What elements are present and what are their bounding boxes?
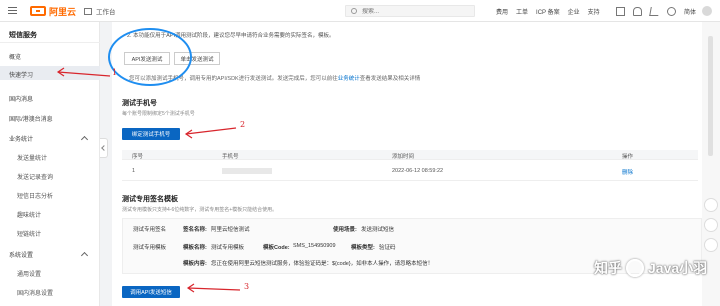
nav-fee[interactable]: 费用 xyxy=(496,7,508,16)
sidebar-collapse-toggle[interactable] xyxy=(100,138,108,158)
side-tool-icon[interactable] xyxy=(704,218,718,232)
tpl-content: 您正在使用阿里云短信测试服务，体验验证码是：${code}，如非本人操作，请忽略… xyxy=(211,261,434,267)
wechat-icon xyxy=(626,259,644,277)
call-api-send-sms-button[interactable]: 调用API发送短信 xyxy=(122,286,180,298)
tpl-content-label: 模板内容: xyxy=(183,261,207,267)
tpl-type: 验证码 xyxy=(379,245,396,251)
chevron-up-icon[interactable] xyxy=(80,251,89,260)
sidebar-item-log-analysis[interactable]: 短信日志分析 xyxy=(17,191,53,200)
sidebar: 短信服务 概览 快速学习 国内消息 国际/港澳台消息 业务统计 发送量统计 发送… xyxy=(0,22,100,306)
sig-scene: 发送测试短信 xyxy=(361,227,395,233)
business-stats-link[interactable]: 业务统计 xyxy=(338,76,360,82)
avatar[interactable] xyxy=(702,6,713,16)
test-phone-subtitle: 每个账号限制绑定5个测试手机号 xyxy=(122,111,195,117)
language-switch[interactable]: 简体 xyxy=(684,7,696,16)
sig-scene-label: 使用场景: xyxy=(333,227,357,233)
logo-text: 阿里云 xyxy=(49,6,77,17)
nav-support[interactable]: 支持 xyxy=(588,7,600,16)
menu-icon[interactable] xyxy=(8,7,17,14)
workbench-label: 工作台 xyxy=(96,9,116,16)
tpl-type-label: 模板类型: xyxy=(351,245,375,251)
home-icon xyxy=(84,7,92,15)
sidebar-item-international[interactable]: 国际/港澳台消息 xyxy=(9,114,53,123)
aliyun-logo-icon xyxy=(30,6,46,16)
sidebar-divider xyxy=(0,42,100,43)
sig-label: 测试专用签名 xyxy=(133,227,167,233)
tpl-code-label: 模板Code: xyxy=(263,245,290,251)
side-tool-icon[interactable] xyxy=(704,238,718,252)
sidebar-item-system-settings[interactable]: 系统设置 xyxy=(9,250,33,259)
col-index: 序号 xyxy=(132,154,144,160)
test-phone-title: 测试手机号 xyxy=(122,100,157,107)
bind-test-phone-button[interactable]: 绑定测试手机号 xyxy=(122,128,180,140)
logo[interactable]: 阿里云 xyxy=(30,5,76,17)
phone-table-header: 序号 手机号 添加时间 操作 xyxy=(122,150,698,160)
cart-icon[interactable] xyxy=(649,6,660,16)
screen-icon[interactable] xyxy=(616,6,625,16)
chevron-up-icon[interactable] xyxy=(80,135,89,144)
side-tool-icon[interactable] xyxy=(704,198,718,212)
row-time: 2022-06-12 08:59:22 xyxy=(392,168,444,174)
tpl-name: 测试专用模板 xyxy=(211,245,245,251)
col-action: 操作 xyxy=(622,154,634,160)
annotation-3: 3 xyxy=(244,282,250,291)
sidebar-item-send-records[interactable]: 发送记录查询 xyxy=(17,172,53,181)
sidebar-item-overview[interactable]: 概览 xyxy=(9,52,21,61)
row-index: 1 xyxy=(132,168,136,174)
bell-icon[interactable] xyxy=(633,6,642,16)
tpl-name-label: 模板名称: xyxy=(183,245,207,251)
row-divider xyxy=(122,180,698,181)
sig-name: 阿里云短信测试 xyxy=(211,227,250,233)
sidebar-item-domestic[interactable]: 国内消息 xyxy=(9,94,33,103)
annotation-2: 2 xyxy=(240,120,246,129)
template-section-title: 测试专用签名模板 xyxy=(122,196,178,203)
search-box[interactable] xyxy=(345,5,475,17)
template-section-subtitle: 测试专用模板只支持4-6位纯数字，测试专用签名+模板只能结合使用。 xyxy=(122,207,278,213)
watermark: 知乎 Java小羽 xyxy=(594,258,707,278)
sidebar-item-general-settings[interactable]: 通用设置 xyxy=(17,269,41,278)
sidebar-item-business-stats[interactable]: 业务统计 xyxy=(9,134,33,143)
col-time: 添加时间 xyxy=(392,154,415,160)
col-phone: 手机号 xyxy=(222,154,239,160)
nav-enterprise[interactable]: 企业 xyxy=(568,7,580,16)
tpl-code: SMS_154950909 xyxy=(293,243,336,249)
sidebar-item-fun-stats[interactable]: 趣味统计 xyxy=(17,210,41,219)
top-nav: 费用 工单 ICP 备案 企业 支持 xyxy=(496,7,608,16)
sidebar-item-quick-learn[interactable]: 快速学习 xyxy=(9,70,33,79)
top-icons: 简体 xyxy=(616,6,713,16)
delete-link[interactable]: 删除 xyxy=(622,168,633,176)
nav-icp[interactable]: ICP 备案 xyxy=(536,7,560,16)
top-bar: 阿里云 工作台 费用 工单 ICP 备案 企业 支持 简体 xyxy=(0,0,720,22)
search-input[interactable] xyxy=(362,8,470,15)
highlight-circle xyxy=(108,28,192,86)
sidebar-item-send-volume[interactable]: 发送量统计 xyxy=(17,153,47,162)
sidebar-item-shortlink-stats[interactable]: 短链统计 xyxy=(17,229,41,238)
sig-name-label: 签名名称: xyxy=(183,227,207,233)
watermark-text-1: 知乎 xyxy=(594,260,622,276)
workbench-link[interactable]: 工作台 xyxy=(84,6,116,16)
nav-ticket[interactable]: 工单 xyxy=(516,7,528,16)
note-tail: 查看发送结果及相关详情 xyxy=(359,76,421,82)
sidebar-title: 短信服务 xyxy=(9,32,37,39)
annotation-1: 1 xyxy=(112,68,118,77)
search-icon xyxy=(351,8,357,14)
sidebar-item-domestic-settings[interactable]: 国内消息设置 xyxy=(17,288,53,297)
help-icon[interactable] xyxy=(667,6,676,16)
row-phone-masked xyxy=(222,168,272,174)
scroll-thumb[interactable] xyxy=(708,36,713,156)
watermark-text-2: Java小羽 xyxy=(648,260,708,276)
tpl-label: 测试专用模板 xyxy=(133,245,167,251)
